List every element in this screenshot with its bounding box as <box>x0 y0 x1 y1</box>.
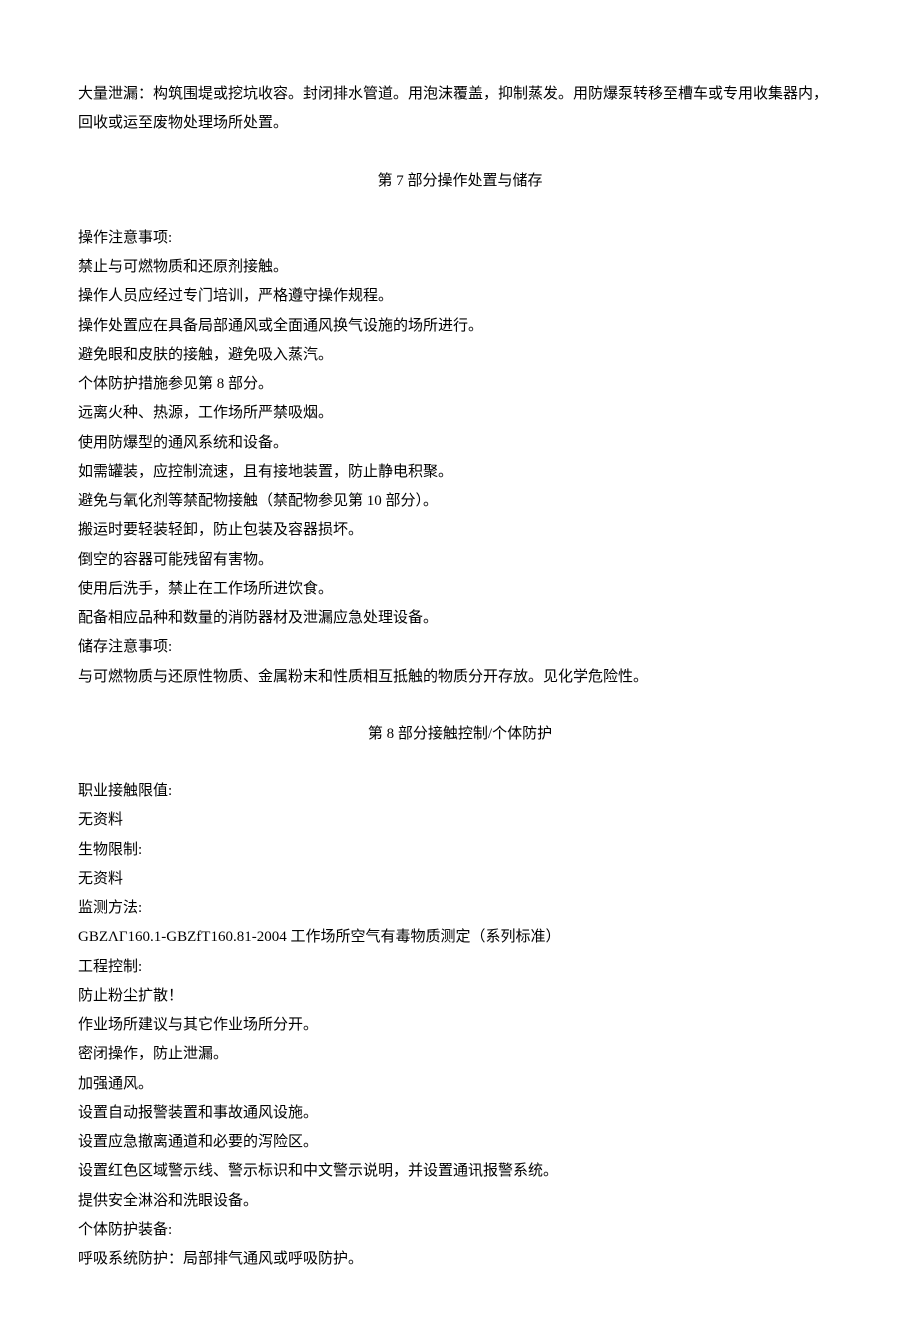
body-line: 与可燃物质与还原性物质、金属粉末和性质相互抵触的物质分开存放。见化学危险性。 <box>78 663 842 692</box>
body-line: 使用防爆型的通风系统和设备。 <box>78 429 842 458</box>
body-line: 设置应急撤离通道和必要的泻险区。 <box>78 1128 842 1157</box>
body-line: 设置红色区域警示线、警示标识和中文警示说明，并设置通讯报警系统。 <box>78 1157 842 1186</box>
section-7-title: 第 7 部分操作处置与储存 <box>78 167 842 196</box>
body-line: 加强通风。 <box>78 1070 842 1099</box>
body-line: 倒空的容器可能残留有害物。 <box>78 546 842 575</box>
body-line: GBZΛΓ160.1-GBZfT160.81-2004 工作场所空气有毒物质测定… <box>78 923 842 952</box>
body-line: 操作人员应经过专门培训，严格遵守操作规程。 <box>78 282 842 311</box>
body-line: 操作处置应在具备局部通风或全面通风换气设施的场所进行。 <box>78 312 842 341</box>
body-line: 无资料 <box>78 806 842 835</box>
body-line: 配备相应品种和数量的消防器材及泄漏应急处理设备。 <box>78 604 842 633</box>
intro-text: 大量泄漏：构筑围堤或挖坑收容。封闭排水管道。用泡沫覆盖，抑制蒸发。用防爆泵转移至… <box>78 86 828 131</box>
intro-paragraph: 大量泄漏：构筑围堤或挖坑收容。封闭排水管道。用泡沫覆盖，抑制蒸发。用防爆泵转移至… <box>78 80 842 139</box>
body-line: 呼吸系统防护：局部排气通风或呼吸防护。 <box>78 1245 842 1274</box>
section-8-title: 第 8 部分接触控制/个体防护 <box>78 720 842 749</box>
body-line: 避免眼和皮肤的接触，避免吸入蒸汽。 <box>78 341 842 370</box>
body-line: 个体防护措施参见第 8 部分。 <box>78 370 842 399</box>
section-8-body: 职业接触限值: 无资料 生物限制: 无资料 监测方法: GBZΛΓ160.1-G… <box>78 777 842 1274</box>
section-7-body: 操作注意事项: 禁止与可燃物质和还原剂接触。 操作人员应经过专门培训，严格遵守操… <box>78 224 842 692</box>
body-line: 远离火种、热源，工作场所严禁吸烟。 <box>78 399 842 428</box>
body-line: 个体防护装备: <box>78 1216 842 1245</box>
body-line: 避免与氧化剂等禁配物接触（禁配物参见第 10 部分）。 <box>78 487 842 516</box>
body-line: 防止粉尘扩散！ <box>78 982 842 1011</box>
body-line: 操作注意事项: <box>78 224 842 253</box>
body-line: 提供安全淋浴和洗眼设备。 <box>78 1187 842 1216</box>
body-line: 使用后洗手，禁止在工作场所进饮食。 <box>78 575 842 604</box>
body-line: 工程控制: <box>78 953 842 982</box>
body-line: 生物限制: <box>78 836 842 865</box>
section-8-title-text: 第 8 部分接触控制/个体防护 <box>368 726 552 742</box>
body-line: 职业接触限值: <box>78 777 842 806</box>
body-line: 禁止与可燃物质和还原剂接触。 <box>78 253 842 282</box>
body-line: 作业场所建议与其它作业场所分开。 <box>78 1011 842 1040</box>
body-line: 监测方法: <box>78 894 842 923</box>
body-line: 搬运时要轻装轻卸，防止包装及容器损坏。 <box>78 516 842 545</box>
section-7-title-text: 第 7 部分操作处置与储存 <box>377 173 542 189</box>
body-line: 密闭操作，防止泄漏。 <box>78 1040 842 1069</box>
body-line: 无资料 <box>78 865 842 894</box>
body-line: 储存注意事项: <box>78 633 842 662</box>
body-line: 如需罐装，应控制流速，且有接地装置，防止静电积聚。 <box>78 458 842 487</box>
body-line: 设置自动报警装置和事故通风设施。 <box>78 1099 842 1128</box>
